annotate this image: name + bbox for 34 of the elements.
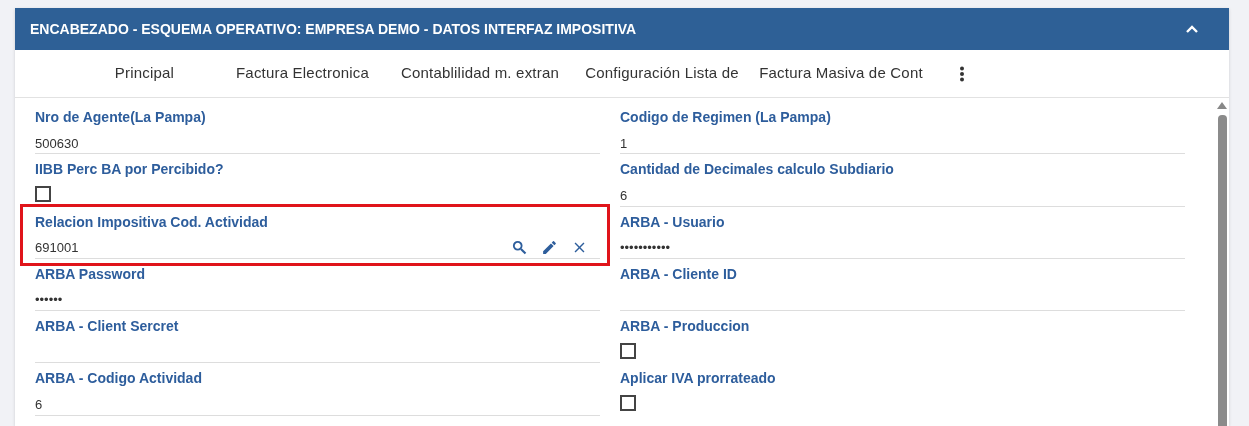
more-icon[interactable] (959, 65, 965, 82)
field-label: ARBA - Codigo Actividad (35, 370, 202, 387)
tab[interactable]: Principal (73, 50, 216, 97)
field-value: 6 (620, 187, 628, 203)
tab[interactable]: Configuración Lista de (571, 50, 753, 97)
scroll-up-icon[interactable] (1217, 102, 1227, 109)
checkbox[interactable] (620, 343, 636, 360)
field-label: Codigo de Regimen (La Pampa) (620, 109, 831, 125)
field-label: Cantidad de Decimales calculo Subdiario (620, 161, 894, 178)
field-label: ARBA - Cliente ID (620, 265, 737, 282)
tab[interactable]: Factura Masiva de Cont (753, 50, 929, 97)
field-label: Aplicar IVA prorrateado (620, 370, 776, 387)
field-label: IIBB Perc BA por Percibido? (35, 161, 224, 178)
field-label: Relacion Impositiva Cod. Actividad (35, 213, 268, 230)
tab[interactable]: Contablilidad m. extran (389, 50, 571, 97)
field-label: ARBA - Client Sercret (35, 318, 179, 335)
field-value: 500630 (35, 135, 79, 151)
checkbox[interactable] (35, 186, 51, 203)
scrollbar-thumb[interactable] (1218, 115, 1227, 426)
tab[interactable]: Factura Electronica (216, 50, 389, 97)
panel-title: ENCABEZADO - ESQUEMA OPERATIVO: EMPRESA DEMO - DATOS INTERFAZ IMPOSITIVA (30, 21, 637, 37)
checkbox[interactable] (620, 395, 636, 412)
pencil-icon[interactable] (541, 239, 558, 257)
field-label: ARBA - Usuario (620, 213, 725, 230)
field-value: 691001 (35, 240, 79, 256)
field-value: ••••••••••• (620, 240, 671, 256)
collapse-icon[interactable] (1185, 24, 1199, 34)
field-value: •••••• (35, 292, 63, 308)
field-value: 6 (35, 397, 43, 412)
field-label: Nro de Agente(La Pampa) (35, 109, 206, 125)
field-label: ARBA - Produccion (620, 318, 750, 335)
field-value: 1 (620, 135, 628, 151)
field-label: ARBA Password (35, 265, 145, 282)
search-icon[interactable] (511, 239, 528, 257)
